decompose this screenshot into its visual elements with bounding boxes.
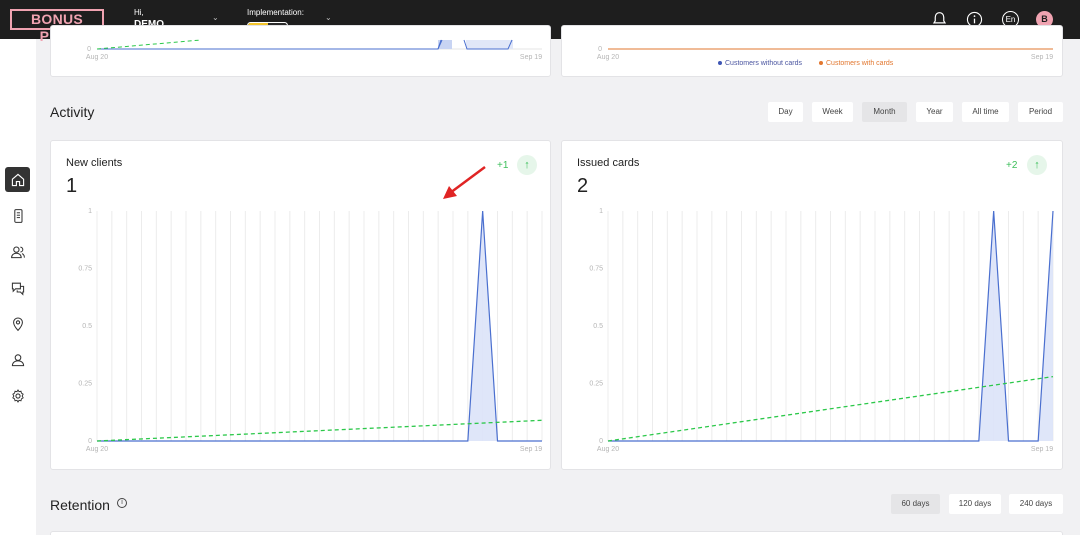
sidebar-item-staff[interactable]	[5, 347, 30, 372]
y-tick-label: 0.5	[82, 323, 92, 330]
sidebar-item-home[interactable]	[5, 167, 30, 192]
chat-icon	[11, 282, 24, 296]
period-all-time-button[interactable]: All time	[962, 102, 1009, 122]
annotation-arrow-icon	[443, 165, 486, 199]
period-month-button[interactable]: Month	[862, 102, 907, 122]
y-tick-label: 0.75	[589, 266, 603, 273]
top-right-chart-card: 0 Aug 20 Sep 19 Customers without cards …	[561, 25, 1063, 77]
sidebar-item-messages[interactable]	[5, 275, 30, 300]
period-custom-button[interactable]: Period	[1018, 102, 1063, 122]
y-tick-label: 1	[599, 208, 603, 215]
y-tick: 0	[87, 46, 91, 53]
issued-cards-chart: 1 0.75 0.5 0.25 0Aug 20 Sep 19	[589, 208, 1054, 453]
period-day-button[interactable]: Day	[768, 102, 803, 122]
users-icon	[10, 245, 25, 258]
home-icon	[11, 173, 24, 186]
user-icon	[11, 353, 24, 366]
sidebar-item-locations[interactable]	[5, 311, 30, 336]
info-icon[interactable]: i	[117, 498, 127, 508]
top-left-chart-card: 0 Aug 20 Sep 19	[50, 25, 551, 77]
legend-item-without-cards[interactable]: Customers without cards	[718, 60, 802, 67]
y-tick-label: 0.25	[78, 381, 92, 388]
y-tick-label: 0	[88, 438, 92, 445]
retention-120-days-button[interactable]: 120 days	[949, 494, 1001, 514]
sidebar-item-cards[interactable]	[5, 203, 30, 228]
top-right-chart: 0 Aug 20 Sep 19	[597, 46, 1053, 61]
y-tick-label: 1	[88, 208, 92, 215]
implementation-chevron-down-icon[interactable]: ⌄	[325, 13, 332, 22]
legend-label: Customers without cards	[725, 60, 803, 67]
x-tick-start: Aug 20	[86, 54, 108, 61]
y-tick-label: 0	[599, 438, 603, 445]
sidebar-item-settings[interactable]	[5, 383, 30, 408]
x-tick-label: Sep 19	[520, 446, 542, 453]
activity-title: Activity	[50, 104, 95, 120]
x-tick-label: Sep 19	[1031, 446, 1053, 453]
y-tick: 0	[598, 46, 602, 53]
y-tick-label: 0.75	[78, 266, 92, 273]
gear-icon	[11, 388, 24, 403]
y-tick-label: 0.25	[589, 381, 603, 388]
greeting: Hi,	[134, 8, 144, 17]
retention-title: Retention	[50, 497, 110, 513]
legend-label: Customers with cards	[826, 60, 894, 67]
legend-item-with-cards[interactable]: Customers with cards	[819, 60, 893, 67]
location-pin-icon	[12, 316, 23, 331]
issued-cards-card: Issued cards 2 +2 ↑ 1 0.75 0.5 0.25 0 Aug 20 S…	[561, 140, 1063, 470]
sidebar	[0, 39, 36, 535]
x-tick-end: Sep 19	[520, 54, 542, 61]
x-tick-label: Aug 20	[597, 446, 619, 453]
retention-240-days-button[interactable]: 240 days	[1009, 494, 1063, 514]
top-left-chart: 0 Aug 20 Sep 19	[86, 39, 542, 61]
x-tick-start: Aug 20	[597, 54, 619, 61]
account-chevron-down-icon[interactable]: ⌄	[212, 13, 219, 22]
x-tick-label: Aug 20	[86, 446, 108, 453]
x-tick-end: Sep 19	[1031, 54, 1053, 61]
retention-card	[50, 531, 1063, 535]
y-tick-label: 0.5	[593, 323, 603, 330]
implementation-label: Implementation:	[247, 8, 304, 17]
sidebar-item-customers[interactable]	[5, 239, 30, 264]
period-year-button[interactable]: Year	[916, 102, 953, 122]
phone-card-icon	[13, 208, 23, 223]
retention-60-days-button[interactable]: 60 days	[891, 494, 940, 514]
period-week-button[interactable]: Week	[812, 102, 853, 122]
